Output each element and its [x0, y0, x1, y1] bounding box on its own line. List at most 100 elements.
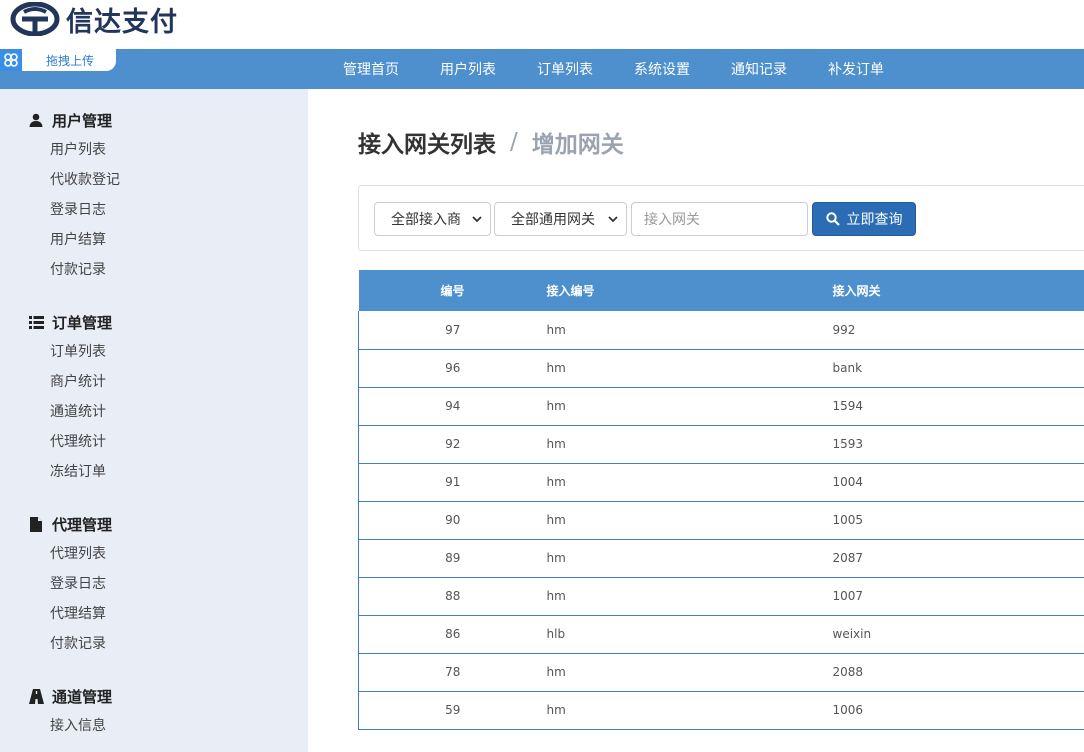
sidebar-section-header[interactable]: 代理管理: [28, 513, 112, 535]
search-icon: [825, 212, 840, 226]
table-row[interactable]: 92 hm 1593: [358, 425, 1084, 464]
cell-access-code: hm: [546, 501, 833, 540]
table-row[interactable]: 91 hm 1004: [358, 463, 1084, 502]
logo-icon: [10, 2, 60, 36]
chevron-down-icon: [608, 216, 618, 223]
top-nav-items: 管理首页 用户列表 订单列表 系统设置 通知记录 补发订单: [343, 49, 925, 89]
table-row[interactable]: 94 hm 1594: [358, 387, 1084, 426]
sidebar-section-title: 代理管理: [52, 515, 113, 534]
table-row[interactable]: 88 hm 1007: [358, 577, 1084, 616]
upload-label: 拖拽上传: [46, 53, 95, 68]
nav-home[interactable]: 管理首页: [343, 59, 399, 79]
sidebar-item-payment-records[interactable]: 付款记录: [50, 255, 120, 285]
cell-gateway: 2088: [832, 653, 1084, 692]
brand-logo[interactable]: 信达支付: [10, 2, 178, 38]
cell-access-code: hm: [546, 691, 833, 730]
breadcrumb-separator: /: [510, 129, 518, 155]
table-header-row: 编号 接入编号 接入网关: [358, 270, 1084, 311]
sidebar-item-agent-list[interactable]: 代理列表: [50, 539, 112, 569]
sidebar-section-title: 订单管理: [52, 313, 113, 332]
cell-gateway: 1006: [832, 691, 1084, 730]
cell-access-code: hm: [546, 463, 833, 502]
sidebar-item-order-list[interactable]: 订单列表: [50, 337, 112, 367]
sidebar-section-header[interactable]: 订单管理: [28, 311, 112, 333]
nav-order-list[interactable]: 订单列表: [537, 59, 593, 79]
cell-access-code: hlb: [546, 615, 833, 654]
table-row[interactable]: 78 hm 2088: [358, 653, 1084, 692]
sidebar-item-user-list[interactable]: 用户列表: [50, 135, 120, 165]
cell-gateway: 1593: [832, 425, 1084, 464]
sidebar-section-header[interactable]: 通道管理: [28, 685, 112, 707]
cell-id: 90: [358, 501, 547, 540]
cell-gateway: 1007: [832, 577, 1084, 616]
sidebar-item-agent-settlement[interactable]: 代理结算: [50, 599, 112, 629]
cell-gateway: 1004: [832, 463, 1084, 502]
sidebar-item-agent-payment-records[interactable]: 付款记录: [50, 629, 112, 659]
nav-user-list[interactable]: 用户列表: [440, 59, 496, 79]
sidebar-item-user-settlement[interactable]: 用户结算: [50, 225, 120, 255]
cell-gateway: 2087: [832, 539, 1084, 578]
nav-reissue-orders[interactable]: 补发订单: [828, 59, 884, 79]
cell-gateway: 1594: [832, 387, 1084, 426]
brand-name: 信达支付: [66, 6, 178, 38]
cell-id: 59: [358, 691, 547, 730]
sidebar-section-header[interactable]: 用户管理: [28, 109, 120, 131]
table-body: 97 hm 992 96 hm bank 94 hm 1594 92 hm 1593 91 hm 1004 9…: [358, 311, 1084, 730]
list-icon: [28, 314, 44, 330]
sidebar-item-frozen-orders[interactable]: 冻结订单: [50, 457, 112, 487]
provider-select[interactable]: 全部接入商: [374, 202, 491, 236]
chevron-down-icon: [472, 216, 482, 223]
nav-system-settings[interactable]: 系统设置: [634, 59, 690, 79]
nav-notify-records[interactable]: 通知记录: [731, 59, 787, 79]
file-icon: [28, 516, 44, 532]
cell-access-code: hm: [546, 425, 833, 464]
sidebar-item-merchant-stats[interactable]: 商户统计: [50, 367, 112, 397]
sidebar-item-agent-login-log[interactable]: 登录日志: [50, 569, 112, 599]
sidebar-item-access-info[interactable]: 接入信息: [50, 711, 112, 741]
column-header-gateway[interactable]: 接入网关: [833, 270, 1084, 311]
sidebar-item-agent-stats[interactable]: 代理统计: [50, 427, 112, 457]
cell-gateway: 1005: [832, 501, 1084, 540]
header: 信达支付: [0, 0, 1084, 49]
table-row[interactable]: 90 hm 1005: [358, 501, 1084, 540]
cell-id: 92: [358, 425, 547, 464]
table-row[interactable]: 59 hm 1006: [358, 691, 1084, 730]
sidebar-section-channel: 通道管理 接入信息: [28, 685, 112, 741]
table-row[interactable]: 86 hlb weixin: [358, 615, 1084, 654]
query-button-label: 立即查询: [846, 212, 903, 228]
sidebar: 用户管理 用户列表 代收款登记 登录日志 用户结算 付款记录 订单管理 订单列表…: [0, 89, 308, 752]
cell-access-code: hm: [546, 311, 833, 350]
cell-access-code: hm: [546, 349, 833, 388]
upload-badge[interactable]: 拖拽上传: [0, 49, 116, 71]
table-row[interactable]: 97 hm 992: [358, 311, 1084, 350]
page-title: 接入网关列表: [358, 132, 496, 158]
cell-access-code: hm: [546, 539, 833, 578]
sidebar-section-title: 通道管理: [52, 687, 113, 706]
breadcrumb: 接入网关列表 / 增加网关: [358, 125, 624, 159]
table-row[interactable]: 96 hm bank: [358, 349, 1084, 388]
user-icon: [28, 112, 44, 128]
gateway-search-input[interactable]: 接入网关: [631, 202, 808, 236]
cell-gateway: weixin: [832, 615, 1084, 654]
breadcrumb-add-gateway-link[interactable]: 增加网关: [532, 125, 624, 159]
gateway-search-placeholder: 接入网关: [644, 212, 700, 228]
cell-gateway: 992: [832, 311, 1084, 350]
sidebar-item-channel-stats[interactable]: 通道统计: [50, 397, 112, 427]
cell-gateway: bank: [832, 349, 1084, 388]
cloud-link-icon: [0, 49, 22, 71]
gateway-select-value: 全部通用网关: [511, 212, 595, 228]
gateway-table: 编号 接入编号 接入网关 97 hm 992 96 hm bank 94 hm 1594 92 hm…: [358, 270, 1084, 730]
sidebar-section-agent: 代理管理 代理列表 登录日志 代理结算 付款记录: [28, 513, 112, 659]
gateway-select[interactable]: 全部通用网关: [494, 202, 627, 236]
filter-panel: 全部接入商 全部通用网关 接入网关 立即查询: [358, 185, 1084, 251]
query-button[interactable]: 立即查询: [812, 202, 916, 236]
cell-access-code: hm: [546, 577, 833, 616]
road-icon: [28, 688, 44, 704]
cell-id: 86: [358, 615, 547, 654]
sidebar-item-login-log[interactable]: 登录日志: [50, 195, 120, 225]
table-row[interactable]: 89 hm 2087: [358, 539, 1084, 578]
column-header-id[interactable]: 编号: [359, 270, 547, 311]
cell-access-code: hm: [546, 653, 833, 692]
column-header-access-code[interactable]: 接入编号: [547, 270, 833, 311]
sidebar-item-collection-register[interactable]: 代收款登记: [50, 165, 120, 195]
